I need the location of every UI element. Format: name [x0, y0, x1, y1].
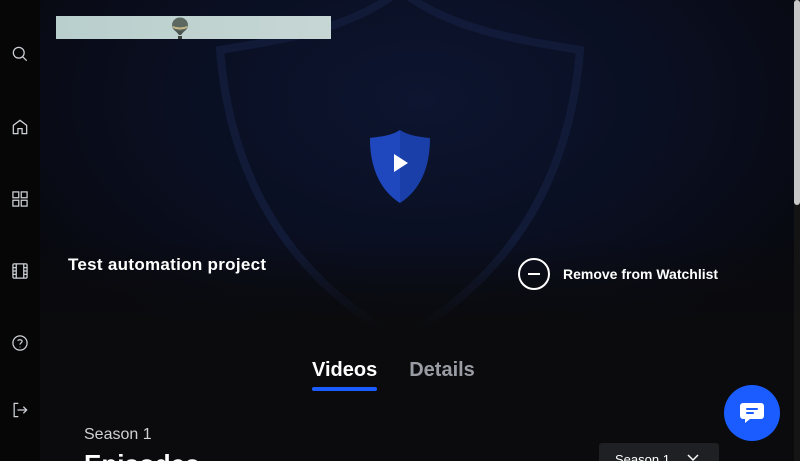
tab-videos[interactable]: Videos: [312, 358, 378, 391]
page-title: Test automation project: [68, 255, 267, 274]
tab-label: Details: [409, 359, 475, 381]
poster-thumbnail: [56, 16, 331, 39]
play-button[interactable]: [367, 128, 433, 204]
minus-circle-icon: [518, 258, 550, 290]
grid-icon[interactable]: [8, 187, 32, 211]
tab-details[interactable]: Details: [409, 358, 475, 382]
scrollbar-thumb[interactable]: [794, 0, 800, 205]
content-tabs: Videos Details: [312, 358, 475, 391]
chevron-down-icon: [687, 454, 699, 461]
season-select[interactable]: Season 1: [599, 443, 719, 461]
episodes-heading: Episodes: [84, 449, 200, 461]
home-icon[interactable]: [8, 115, 32, 139]
balloon-image: [172, 17, 188, 39]
remove-from-watchlist-button[interactable]: Remove from Watchlist: [518, 258, 718, 290]
watchlist-label: Remove from Watchlist: [563, 266, 719, 282]
logout-icon[interactable]: [8, 398, 32, 422]
help-icon[interactable]: [8, 331, 32, 355]
scrollbar[interactable]: [794, 0, 800, 461]
season-heading: Season 1: [84, 426, 152, 443]
search-icon[interactable]: [8, 42, 32, 66]
active-tab-indicator: [312, 387, 378, 391]
film-icon[interactable]: [8, 259, 32, 283]
chat-button[interactable]: [724, 385, 780, 441]
chat-icon: [740, 403, 764, 423]
season-select-value: Season 1: [615, 452, 670, 461]
tab-label: Videos: [312, 359, 378, 381]
sidebar: [0, 0, 40, 461]
